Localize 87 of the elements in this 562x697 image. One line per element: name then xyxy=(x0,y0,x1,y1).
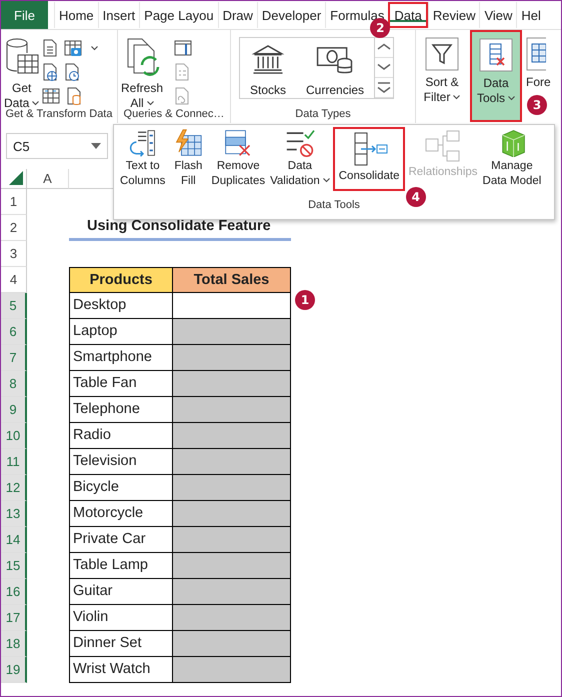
row-header[interactable]: 10 xyxy=(1,423,27,449)
row-header[interactable]: 8 xyxy=(1,371,27,397)
table-icon xyxy=(526,37,546,71)
group-label: Data Tools xyxy=(307,199,361,211)
step-badge: 1 xyxy=(295,290,315,310)
select-all-icon[interactable] xyxy=(9,171,23,185)
table-cell[interactable] xyxy=(173,553,291,579)
table-cell[interactable] xyxy=(173,293,291,319)
caret-icon xyxy=(32,101,40,106)
table-cell[interactable] xyxy=(173,475,291,501)
ribbon-button[interactable]: Manage Data Model xyxy=(480,127,544,191)
row-header[interactable]: 13 xyxy=(1,501,27,527)
group-label: Data Types xyxy=(294,107,352,122)
row-header[interactable]: 11 xyxy=(1,449,27,475)
ribbon-button[interactable]: Data Tools xyxy=(470,30,522,122)
table-icon xyxy=(42,87,60,105)
document-link-icon xyxy=(174,87,190,105)
ribbon-button[interactable]: Currencies xyxy=(296,38,374,98)
table-x-icon xyxy=(479,38,513,72)
bank-icon xyxy=(251,44,285,75)
table-cell[interactable] xyxy=(173,501,291,527)
table-camera-icon xyxy=(64,39,82,57)
table-cell[interactable] xyxy=(173,605,291,631)
row-header[interactable]: 6 xyxy=(1,319,27,345)
document-database-icon xyxy=(66,87,82,105)
name-box[interactable]: C5 xyxy=(6,133,108,159)
ribbon-button[interactable]: Fore xyxy=(524,35,554,92)
ribbon-tab[interactable]: View xyxy=(479,2,516,28)
funnel-icon xyxy=(425,37,459,71)
column-header[interactable]: A xyxy=(27,169,69,189)
ribbon-tab[interactable]: Hel xyxy=(516,2,545,28)
ribbon-button[interactable]: Sort & Filter xyxy=(416,35,468,107)
row-header[interactable]: 3 xyxy=(1,241,27,267)
ribbon-button[interactable]: Remove Duplicates xyxy=(209,127,268,191)
row-header[interactable]: 7 xyxy=(1,345,27,371)
group-label: Get & Transform Data xyxy=(4,108,114,122)
caret-icon xyxy=(322,178,330,184)
row-header[interactable]: 5 xyxy=(1,293,27,319)
row-header[interactable]: 18 xyxy=(1,631,27,657)
ribbon-tab[interactable]: Home xyxy=(54,2,98,28)
row-header[interactable]: 14 xyxy=(1,527,27,553)
file-tab[interactable]: File xyxy=(1,1,48,29)
ribbon-button[interactable]: Consolidate xyxy=(332,127,406,191)
ribbon-button[interactable]: Data Validation xyxy=(268,127,332,191)
document-list-icon xyxy=(174,63,190,81)
document-icon xyxy=(42,39,58,57)
step-badge: 3 xyxy=(527,95,547,115)
table-cell[interactable] xyxy=(173,319,291,345)
ribbon-button[interactable]: Text to Columns xyxy=(118,127,168,191)
window-panel-icon xyxy=(174,39,192,57)
row-header[interactable]: 9 xyxy=(1,397,27,423)
ribbon-tab[interactable]: Data xyxy=(388,2,428,28)
caret-icon xyxy=(508,96,515,102)
row-header[interactable]: 16 xyxy=(1,579,27,605)
row-header[interactable]: 19 xyxy=(1,657,27,683)
row-header[interactable]: 12 xyxy=(1,475,27,501)
table-header: Products xyxy=(69,267,173,293)
document-globe-icon xyxy=(42,63,58,81)
table-cell[interactable] xyxy=(173,657,291,683)
sheet-title: Using Consolidate Feature xyxy=(87,218,271,234)
ribbon-tab[interactable]: Insert xyxy=(98,2,140,28)
ribbon-tab[interactable]: Page Layou xyxy=(139,2,218,28)
ribbon-tab[interactable]: Draw xyxy=(218,2,257,28)
table-cell[interactable] xyxy=(173,579,291,605)
row-header[interactable]: 1 xyxy=(1,189,27,215)
group-label: Queries & Connec… xyxy=(122,107,226,122)
ribbon-button[interactable]: Stocks xyxy=(240,38,296,98)
ribbon-button[interactable]: Flash Fill xyxy=(168,127,208,191)
document-clock-icon xyxy=(64,63,80,81)
table-cell[interactable] xyxy=(173,423,291,449)
table-cell[interactable] xyxy=(173,527,291,553)
row-header[interactable]: 2 xyxy=(1,215,27,241)
table-cell[interactable] xyxy=(173,449,291,475)
caret-icon xyxy=(453,95,460,100)
caret-icon xyxy=(91,46,98,50)
table-header: Total Sales xyxy=(173,267,291,293)
table-cell[interactable] xyxy=(173,631,291,657)
row-header[interactable]: 15 xyxy=(1,553,27,579)
table-cell[interactable] xyxy=(173,345,291,371)
row-header[interactable]: 17 xyxy=(1,605,27,631)
dropdown-arrow-icon[interactable] xyxy=(91,143,101,149)
ribbon-tab[interactable]: Developer xyxy=(256,2,326,28)
table-cell[interactable] xyxy=(173,397,291,423)
ribbon-tab[interactable]: Review xyxy=(428,2,480,28)
table-cell[interactable] xyxy=(173,371,291,397)
step-badge: 4 xyxy=(406,187,426,207)
caret-icon xyxy=(146,101,154,106)
